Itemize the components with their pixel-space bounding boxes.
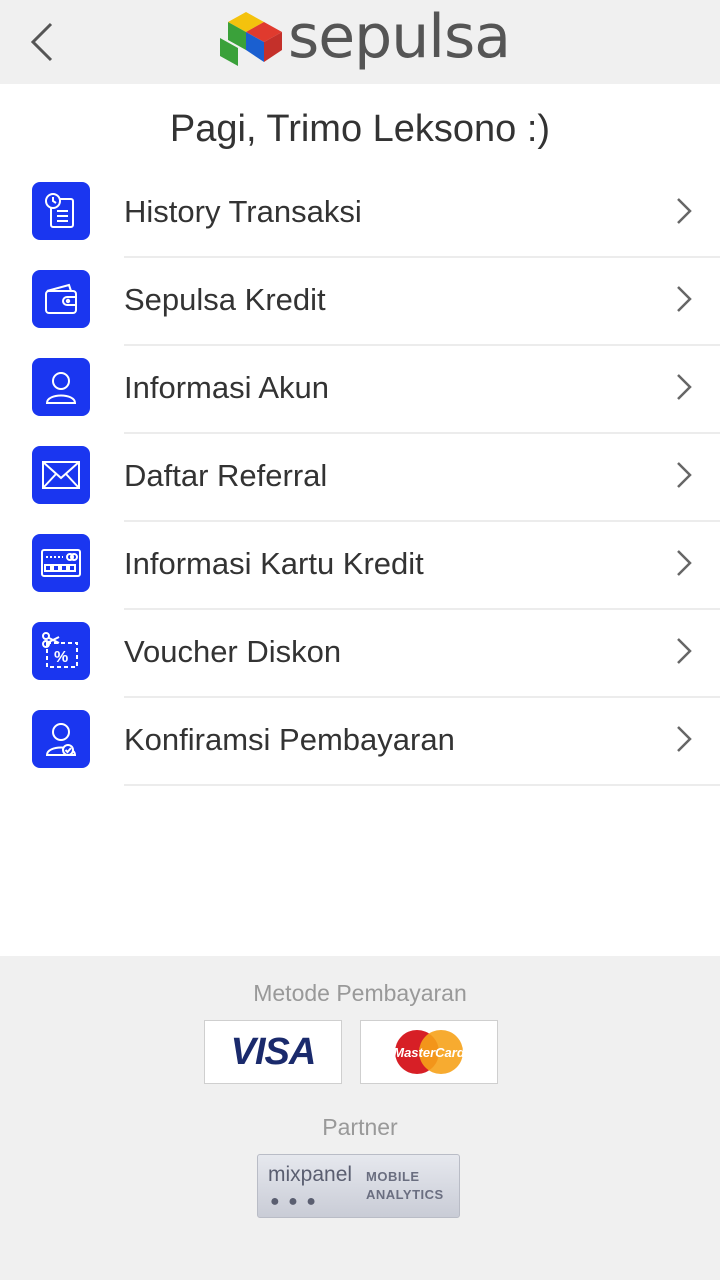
sepulsa-logo-mark-icon [220, 12, 282, 66]
menu-label: Daftar Referral [124, 458, 328, 493]
menu-label: Konfiramsi Pembayaran [124, 722, 455, 757]
mixpanel-word: mixpanel [268, 1163, 353, 1186]
menu-label: Sepulsa Kredit [124, 282, 326, 317]
brand-name: sepulsa [288, 2, 511, 72]
menu-item-sepulsa-kredit[interactable]: Sepulsa Kredit [0, 258, 720, 346]
menu-label: Informasi Akun [124, 370, 330, 405]
credit-card-icon [32, 534, 90, 592]
visa-text: VISA [230, 1030, 317, 1073]
app-header: sepulsa [0, 0, 720, 84]
svg-text:%: % [54, 649, 68, 666]
menu-item-informasi-kartu-kredit[interactable]: Informasi Kartu Kredit [0, 522, 720, 610]
mixpanel-line2: ANALYTICS [366, 1187, 444, 1202]
mastercard-circles-icon: MasterCard [393, 1030, 466, 1074]
divider [124, 784, 720, 786]
chevron-right-icon [677, 462, 692, 488]
chevron-right-icon [677, 374, 692, 400]
menu-item-history-transaksi[interactable]: History Transaksi [0, 170, 720, 258]
footer: Metode Pembayaran VISA MasterCard Partne… [0, 956, 720, 1280]
chevron-right-icon [677, 726, 692, 752]
sepulsa-logo: sepulsa [218, 2, 511, 76]
history-document-icon [32, 182, 90, 240]
chevron-left-icon [30, 22, 53, 62]
mixpanel-badge: mixpanel ● ● ● MOBILE ANALYTICS [257, 1154, 460, 1218]
menu-label: Voucher Diskon [124, 634, 342, 669]
mixpanel-dots: ● ● ● [270, 1193, 318, 1210]
user-check-icon [32, 710, 90, 768]
mastercard-text: MasterCard [393, 1045, 466, 1060]
back-button[interactable] [18, 14, 66, 70]
menu-item-daftar-referral[interactable]: Daftar Referral [0, 434, 720, 522]
chevron-right-icon [677, 638, 692, 664]
chevron-right-icon [677, 550, 692, 576]
menu-item-konfirmasi-pembayaran[interactable]: Konfiramsi Pembayaran [0, 698, 720, 786]
chevron-right-icon [677, 286, 692, 312]
menu-label: History Transaksi [124, 194, 362, 229]
voucher-percent-icon: % [32, 622, 90, 680]
menu-item-informasi-akun[interactable]: Informasi Akun [0, 346, 720, 434]
mastercard-logo: MasterCard [360, 1020, 498, 1084]
visa-logo: VISA [204, 1020, 342, 1084]
payment-method-label: Metode Pembayaran [253, 980, 467, 1006]
greeting-text: Pagi, Trimo Leksono :) [169, 108, 551, 150]
wallet-icon [32, 270, 90, 328]
menu-item-voucher-diskon[interactable]: % Voucher Diskon [0, 610, 720, 698]
chevron-right-icon [677, 198, 692, 224]
user-icon [32, 358, 90, 416]
mixpanel-line1: MOBILE [366, 1169, 420, 1184]
partner-label: Partner [322, 1114, 398, 1140]
account-menu: History Transaksi Sepulsa Kredit Informa… [0, 170, 720, 786]
menu-label: Informasi Kartu Kredit [124, 546, 424, 581]
envelope-icon [32, 446, 90, 504]
